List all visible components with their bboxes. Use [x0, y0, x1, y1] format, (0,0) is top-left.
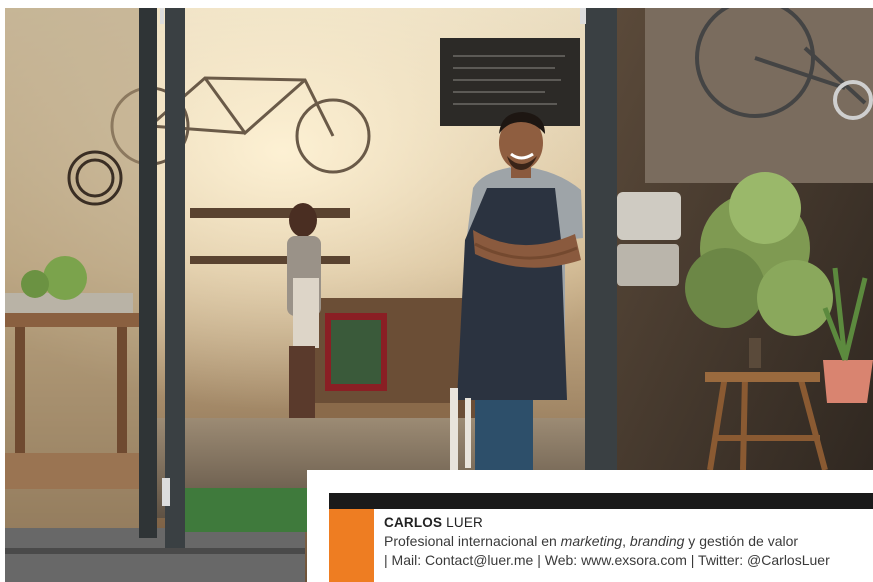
- caption-text: CARLOS LUER Profesional internacional en…: [384, 513, 873, 570]
- left-door-frame: [139, 8, 157, 538]
- subtitle-mid: ,: [622, 533, 630, 549]
- article-figure: CARLOS LUER Profesional internacional en…: [0, 0, 873, 582]
- subtitle-pre: Profesional internacional en: [384, 533, 561, 549]
- chalkboard-menu: [440, 38, 580, 126]
- subtitle-branding: branding: [629, 533, 685, 549]
- caption-card: CARLOS LUER Profesional internacional en…: [307, 470, 873, 582]
- author-last-name: LUER: [446, 515, 483, 530]
- author-first-name: CARLOS: [384, 515, 443, 530]
- author-subtitle: Profesional internacional en marketing, …: [384, 532, 873, 551]
- author-contact: | Mail: Contact@luer.me | Web: www.exsor…: [384, 552, 830, 568]
- subtitle-marketing: marketing: [560, 533, 623, 549]
- caption-top-bar: [329, 493, 873, 509]
- author-name: CARLOS LUER: [384, 513, 873, 532]
- right-door-frame: [585, 8, 617, 478]
- subtitle-post: y gestión de valor: [684, 533, 799, 549]
- caption-accent-block: [329, 509, 374, 582]
- vintage-suitcase: [617, 192, 681, 240]
- green-doormat: [177, 488, 317, 532]
- wooden-table: [5, 313, 141, 327]
